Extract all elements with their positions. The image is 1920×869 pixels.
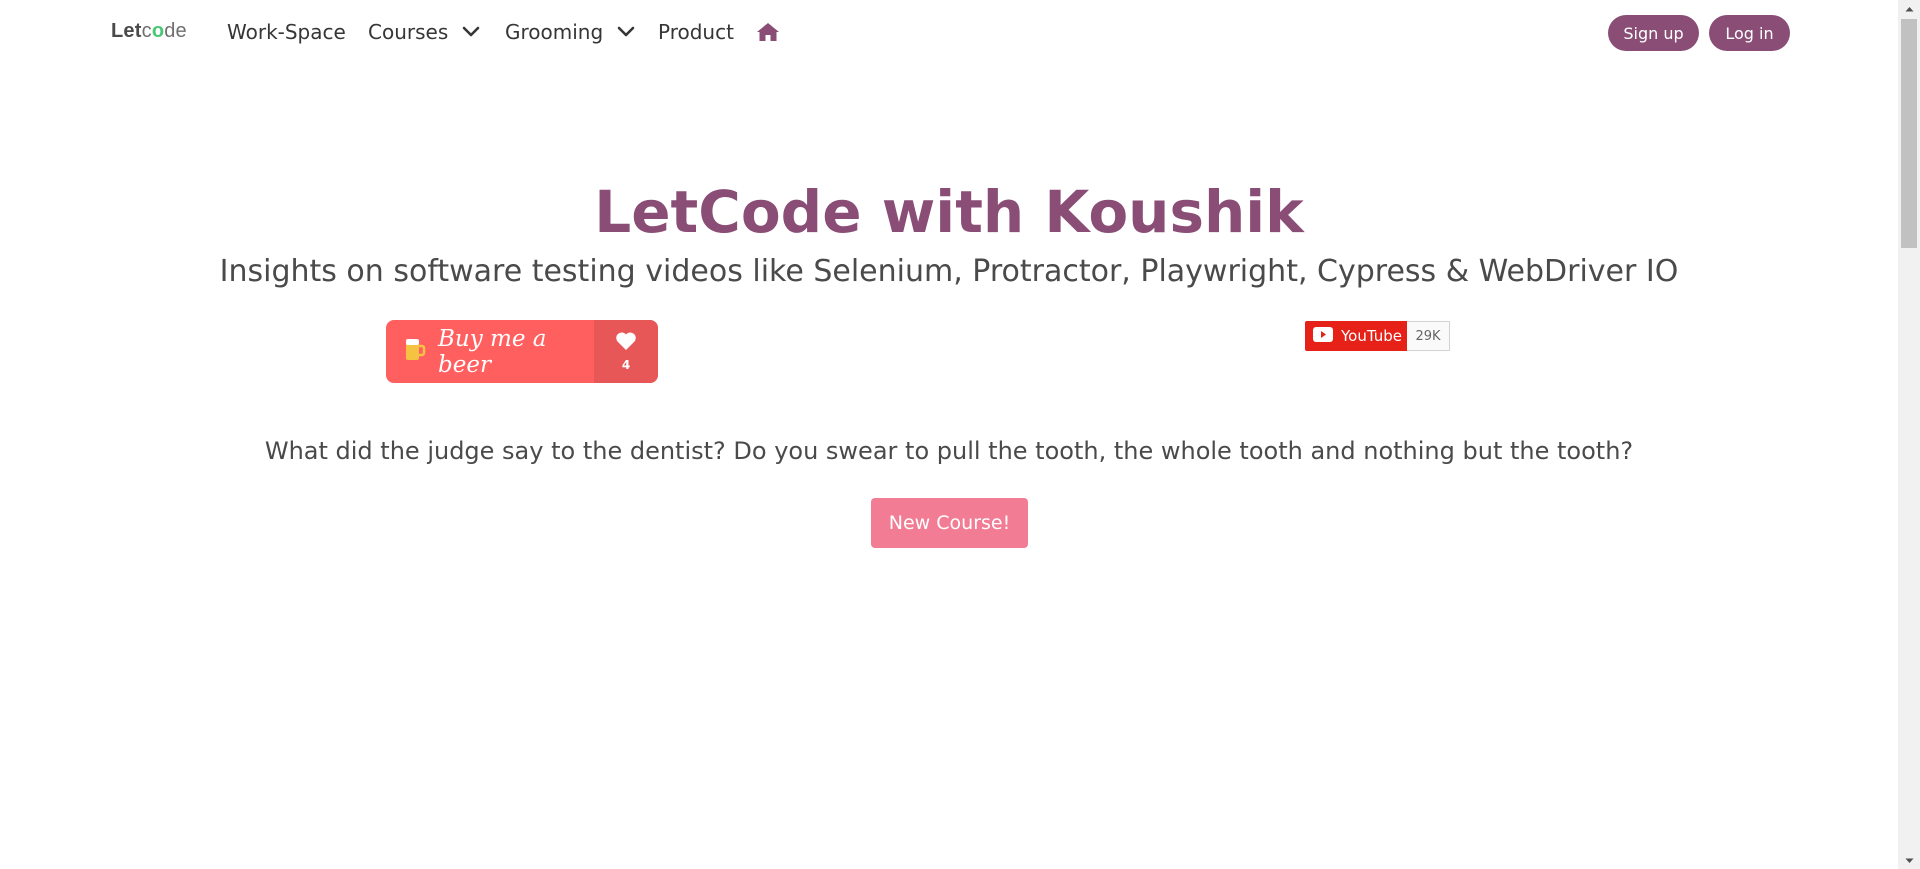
- youtube-subscribe-widget[interactable]: YouTube 29K: [1305, 321, 1450, 351]
- beer-label: Buy me a beer: [438, 325, 547, 378]
- logo-part-de: de: [164, 20, 187, 42]
- scrollbar-thumb[interactable]: [1901, 19, 1917, 248]
- scroll-down-arrow-icon[interactable]: [1898, 852, 1920, 869]
- nav-item-product[interactable]: Product: [658, 20, 734, 44]
- top-navbar: Letcode Work-Space Courses Grooming Prod…: [0, 0, 1898, 64]
- chevron-down-icon: [617, 26, 635, 38]
- login-button[interactable]: Log in: [1709, 15, 1790, 51]
- youtube-play-icon: [1313, 326, 1333, 346]
- scroll-up-arrow-icon[interactable]: [1898, 0, 1920, 17]
- home-icon[interactable]: [756, 22, 780, 42]
- nav-item-label: Courses: [368, 20, 449, 44]
- vertical-scrollbar[interactable]: [1898, 0, 1920, 869]
- chevron-down-icon: [462, 26, 480, 38]
- heart-icon: [615, 331, 637, 354]
- beer-count: 4: [621, 358, 631, 372]
- logo-part-o: o: [151, 20, 165, 42]
- hero-subtitle: Insights on software testing videos like…: [219, 254, 1679, 289]
- logo-part-c: c: [141, 20, 152, 42]
- youtube-label: YouTube: [1341, 327, 1402, 345]
- joke-text: What did the judge say to the dentist? D…: [264, 437, 1634, 465]
- beer-like-counter: 4: [594, 320, 658, 383]
- youtube-subscriber-count: 29K: [1407, 321, 1450, 351]
- signup-button[interactable]: Sign up: [1608, 15, 1699, 51]
- new-course-button[interactable]: New Course!: [871, 498, 1028, 548]
- nav-item-label: Grooming: [505, 20, 604, 44]
- letcode-logo[interactable]: Letcode: [111, 20, 187, 43]
- logo-part-let: Let: [111, 20, 142, 42]
- hero-title: LetCode with Koushik: [594, 178, 1304, 246]
- buy-me-a-beer-button[interactable]: Buy me a beer 4: [386, 320, 658, 383]
- nav-item-courses[interactable]: Courses: [368, 20, 480, 44]
- nav-item-label: Product: [658, 20, 734, 44]
- youtube-button[interactable]: YouTube: [1305, 321, 1407, 351]
- beer-mug-icon: [404, 336, 426, 368]
- nav-item-grooming[interactable]: Grooming: [505, 20, 635, 44]
- page: Letcode Work-Space Courses Grooming Prod…: [0, 0, 1920, 869]
- nav-item-label: Work-Space: [227, 20, 346, 44]
- beer-main: Buy me a beer: [386, 320, 594, 383]
- nav-item-work-space[interactable]: Work-Space: [227, 20, 346, 44]
